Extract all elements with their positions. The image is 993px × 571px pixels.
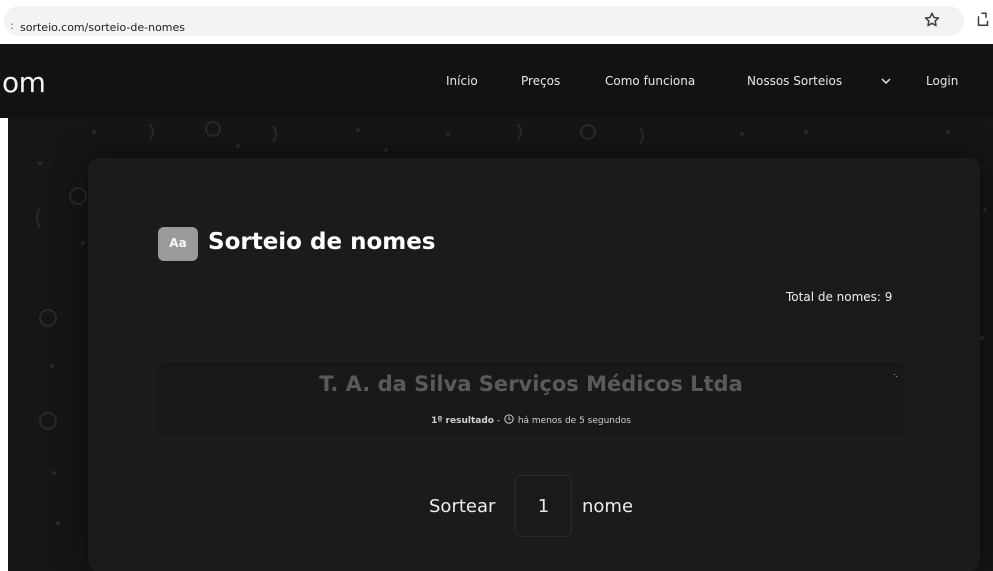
sparkle-icon: ·. <box>893 370 898 379</box>
result-separator: - <box>493 416 503 426</box>
total-names-count: Total de nomes: 9 <box>786 290 893 304</box>
badge-label: Aa <box>169 236 187 250</box>
address-bar[interactable]: : sorteio.com/sorteio-de-nomes <box>4 6 964 36</box>
extension-icon[interactable] <box>974 11 992 29</box>
site-info-icon[interactable]: : <box>10 19 14 32</box>
site-header: om Início Preços Como funciona Nossos So… <box>0 44 993 118</box>
nav-link-nossos-sorteios[interactable]: Nossos Sorteios <box>747 74 842 88</box>
chevron-down-icon[interactable] <box>881 77 891 85</box>
result-timestamp: há menos de 5 segundos <box>517 416 631 426</box>
nav-link-precos[interactable]: Preços <box>521 74 560 88</box>
names-badge-icon: Aa <box>158 227 198 261</box>
page-title: Sorteio de nomes <box>208 229 436 255</box>
nav-link-login[interactable]: Login <box>926 74 958 88</box>
quantity-input[interactable] <box>515 475 572 537</box>
star-icon[interactable] <box>923 11 941 29</box>
site-logo[interactable]: om <box>2 66 46 99</box>
page-left-edge <box>0 118 8 571</box>
nav-link-como-funciona[interactable]: Como funciona <box>605 74 695 88</box>
result-name: T. A. da Silva Serviços Médicos Ltda <box>319 372 743 396</box>
browser-toolbar: : sorteio.com/sorteio-de-nomes <box>0 0 993 44</box>
nav-link-inicio[interactable]: Início <box>446 74 478 88</box>
result-meta: 1º resultado - há menos de 5 segundos <box>155 414 907 426</box>
url-text[interactable]: sorteio.com/sorteio-de-nomes <box>20 21 185 34</box>
result-position: 1º resultado <box>431 416 494 426</box>
clock-icon <box>504 414 514 424</box>
draw-label-after: nome <box>582 496 634 517</box>
draw-label-before: Sortear <box>429 496 496 517</box>
